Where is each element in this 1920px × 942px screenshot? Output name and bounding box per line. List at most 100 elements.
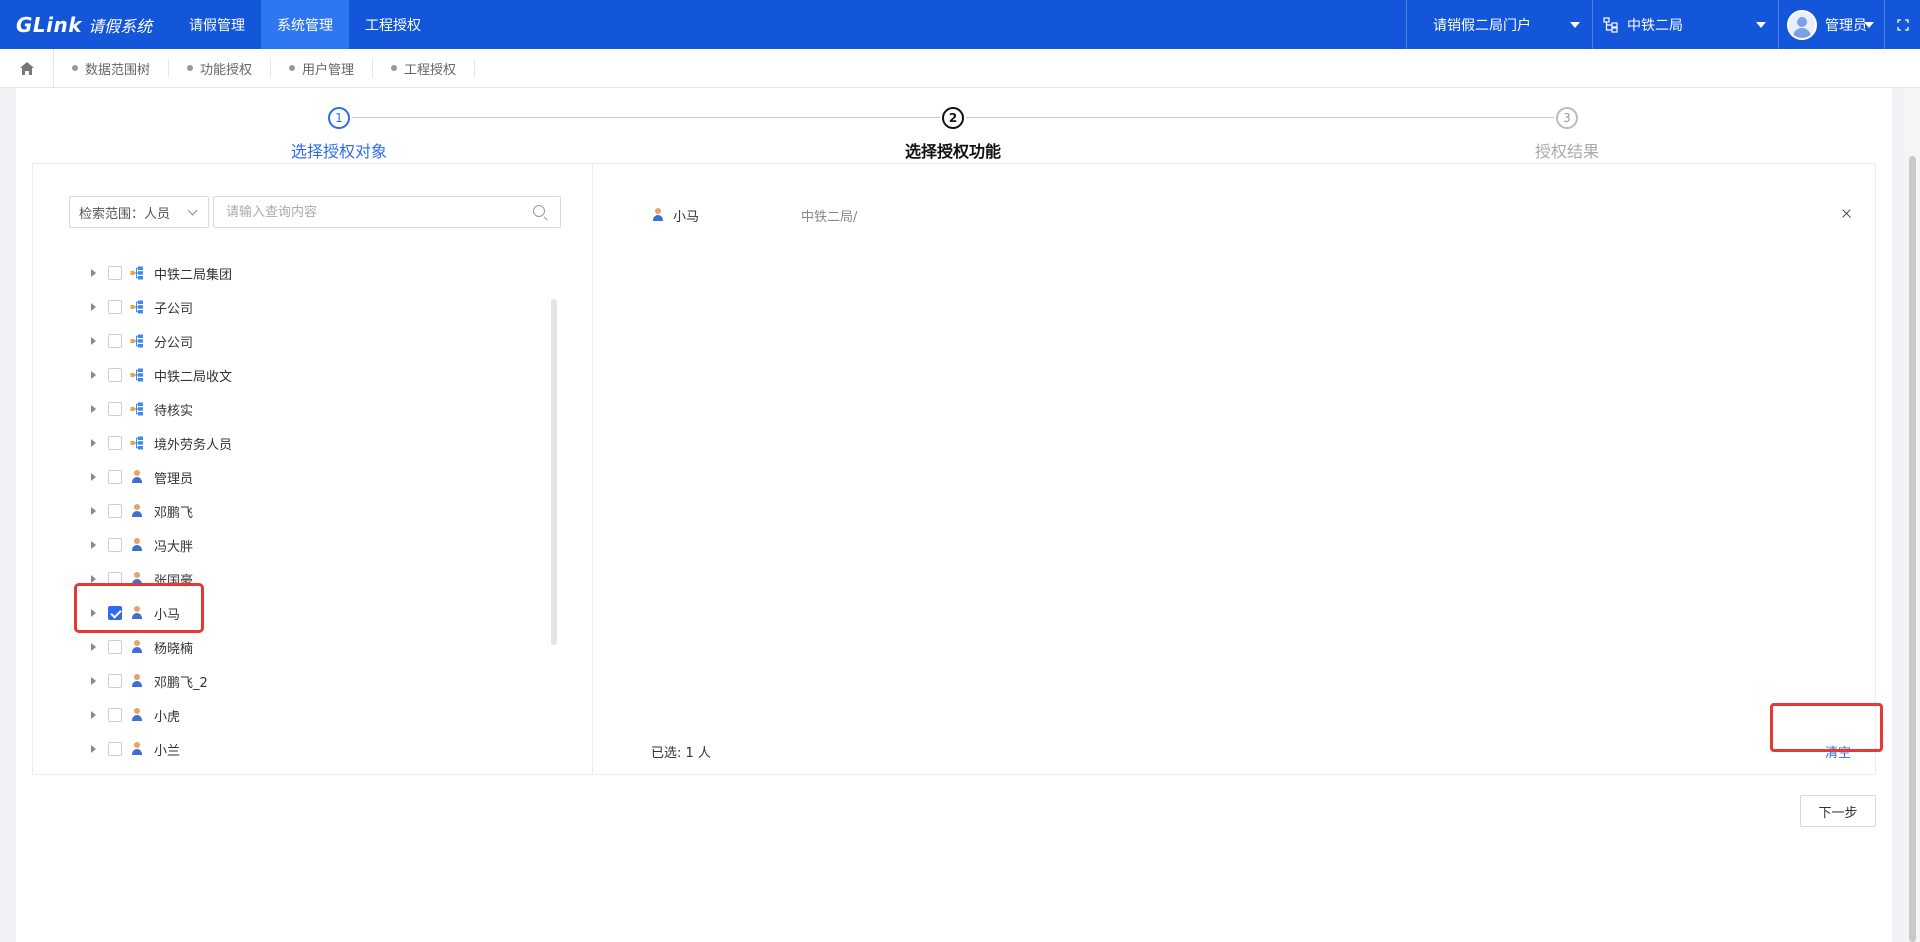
tab-label: 数据范围树 — [85, 62, 151, 78]
search-scope-select[interactable]: 检索范围：人员 — [69, 196, 209, 228]
tree-checkbox[interactable] — [108, 402, 122, 416]
expand-arrow-icon[interactable] — [91, 371, 96, 379]
expand-arrow-icon[interactable] — [91, 643, 96, 651]
main-content: 1 2 3 选择授权对象 选择授权功能 授权结果 检索范围：人员 中铁二局集团子… — [16, 88, 1892, 942]
user-menu[interactable]: 管理员 — [1778, 0, 1884, 49]
tree-node-label: 小兰 — [154, 743, 181, 759]
expand-arrow-icon[interactable] — [91, 269, 96, 277]
tree-node[interactable]: 小兰 — [69, 732, 539, 766]
step-3-label: 授权结果 — [1534, 142, 1600, 161]
search-input[interactable] — [213, 196, 561, 228]
tree-node-label: 邓鹏飞 — [154, 505, 194, 521]
tree-checkbox[interactable] — [108, 300, 122, 314]
expand-arrow-icon[interactable] — [91, 439, 96, 447]
tree-checkbox[interactable] — [108, 436, 122, 450]
tab-label: 用户管理 — [302, 62, 355, 78]
person-icon — [130, 538, 144, 552]
app-logo[interactable]: GLink 请假系统 — [0, 0, 173, 49]
org-tree-icon — [1603, 16, 1618, 33]
tree-node[interactable]: 中铁二局集团 — [69, 256, 539, 290]
search-icon[interactable] — [533, 205, 545, 217]
tree-node-label: 杨晓楠 — [154, 641, 194, 657]
highlight-next-button — [1770, 703, 1883, 752]
tree-node[interactable]: 中铁二局收文 — [69, 358, 539, 392]
tree-node-label: 小虎 — [154, 709, 181, 725]
step-1-circle: 1 — [328, 107, 350, 129]
step-2-label: 选择授权功能 — [904, 142, 1002, 161]
expand-arrow-icon[interactable] — [91, 303, 96, 311]
person-icon — [130, 504, 144, 518]
caret-down-icon — [1570, 22, 1580, 28]
nav-leave-management[interactable]: 请假管理 — [173, 0, 261, 49]
tab-dot-icon — [391, 65, 398, 71]
expand-arrow-icon[interactable] — [91, 745, 96, 753]
tab-function-authorization[interactable]: 功能授权 — [169, 58, 272, 78]
caret-down-icon — [1756, 22, 1766, 28]
page-scrollbar[interactable] — [1904, 88, 1920, 942]
tree-checkbox[interactable] — [108, 470, 122, 484]
tree-node[interactable]: 境外劳务人员 — [69, 426, 539, 460]
tree-checkbox[interactable] — [108, 368, 122, 382]
tree-checkbox[interactable] — [108, 266, 122, 280]
tree-node[interactable]: 杨晓楠 — [69, 630, 539, 664]
home-button[interactable] — [0, 48, 54, 88]
expand-arrow-icon[interactable] — [91, 711, 96, 719]
org-unit-icon — [130, 436, 144, 450]
expand-arrow-icon[interactable] — [91, 337, 96, 345]
expand-arrow-icon[interactable] — [91, 677, 96, 685]
highlight-selected-person — [74, 583, 204, 633]
tree-checkbox[interactable] — [108, 538, 122, 552]
tab-label: 工程授权 — [404, 62, 457, 78]
expand-arrow-icon[interactable] — [91, 507, 96, 515]
tree-checkbox[interactable] — [108, 504, 122, 518]
scrollbar-thumb[interactable] — [1909, 156, 1916, 942]
fullscreen-button[interactable] — [1884, 0, 1920, 49]
org-dropdown[interactable]: 中铁二局 — [1592, 0, 1778, 49]
chevron-down-icon — [187, 205, 198, 216]
avatar — [1787, 9, 1817, 40]
person-icon — [130, 742, 144, 756]
portal-dropdown[interactable]: 请销假二局门户 — [1406, 0, 1592, 49]
logo-mark: GLink — [16, 12, 83, 37]
tab-dot-icon — [289, 65, 296, 71]
step-indicator: 1 2 3 选择授权对象 选择授权功能 授权结果 — [16, 88, 1892, 163]
tree-checkbox[interactable] — [108, 742, 122, 756]
org-person-tree: 中铁二局集团 子公司 分公司 中铁二局收文 待核实 境外劳务人员 管理员 邓鹏飞 冯大胖 张国豪小… — [69, 256, 539, 766]
user-label: 管理员 — [1825, 17, 1867, 34]
tree-checkbox[interactable] — [108, 334, 122, 348]
tab-data-scope-tree[interactable]: 数据范围树 — [54, 58, 170, 78]
tree-node[interactable]: 子公司 — [69, 290, 539, 324]
person-icon — [130, 708, 144, 722]
remove-close-icon[interactable] — [1839, 206, 1855, 222]
tree-checkbox[interactable] — [108, 640, 122, 654]
tree-node[interactable]: 冯大胖 — [69, 528, 539, 562]
next-step-button[interactable]: 下一步 — [1800, 795, 1876, 827]
step-1-label: 选择授权对象 — [290, 142, 388, 161]
tree-node[interactable]: 待核实 — [69, 392, 539, 426]
tree-scrollbar[interactable] — [551, 299, 557, 645]
person-icon — [130, 640, 144, 654]
home-icon — [19, 61, 34, 75]
tree-node[interactable]: 邓鹏飞 — [69, 494, 539, 528]
expand-arrow-icon[interactable] — [91, 541, 96, 549]
tab-label: 功能授权 — [200, 62, 253, 78]
selected-item: 小马 中铁二局/ — [651, 204, 1861, 226]
tree-checkbox[interactable] — [108, 708, 122, 722]
selected-count: 已选: 1 人 — [651, 746, 711, 761]
nav-system-management[interactable]: 系统管理 — [261, 0, 349, 49]
tab-user-management[interactable]: 用户管理 — [271, 58, 374, 78]
tree-node[interactable]: 管理员 — [69, 460, 539, 494]
tree-node[interactable]: 邓鹏飞_2 — [69, 664, 539, 698]
expand-arrow-icon[interactable] — [91, 473, 96, 481]
tree-node-label: 中铁二局集团 — [154, 267, 233, 283]
tree-node[interactable]: 分公司 — [69, 324, 539, 358]
expand-arrow-icon[interactable] — [91, 405, 96, 413]
nav-project-authorization[interactable]: 工程授权 — [349, 0, 437, 49]
tree-checkbox[interactable] — [108, 674, 122, 688]
tree-node[interactable]: 小虎 — [69, 698, 539, 732]
expand-arrow-icon[interactable] — [91, 575, 96, 583]
tab-project-authorization[interactable]: 工程授权 — [373, 58, 476, 78]
tree-node-label: 冯大胖 — [154, 539, 194, 555]
step-connector — [352, 117, 940, 118]
person-icon — [130, 470, 144, 484]
